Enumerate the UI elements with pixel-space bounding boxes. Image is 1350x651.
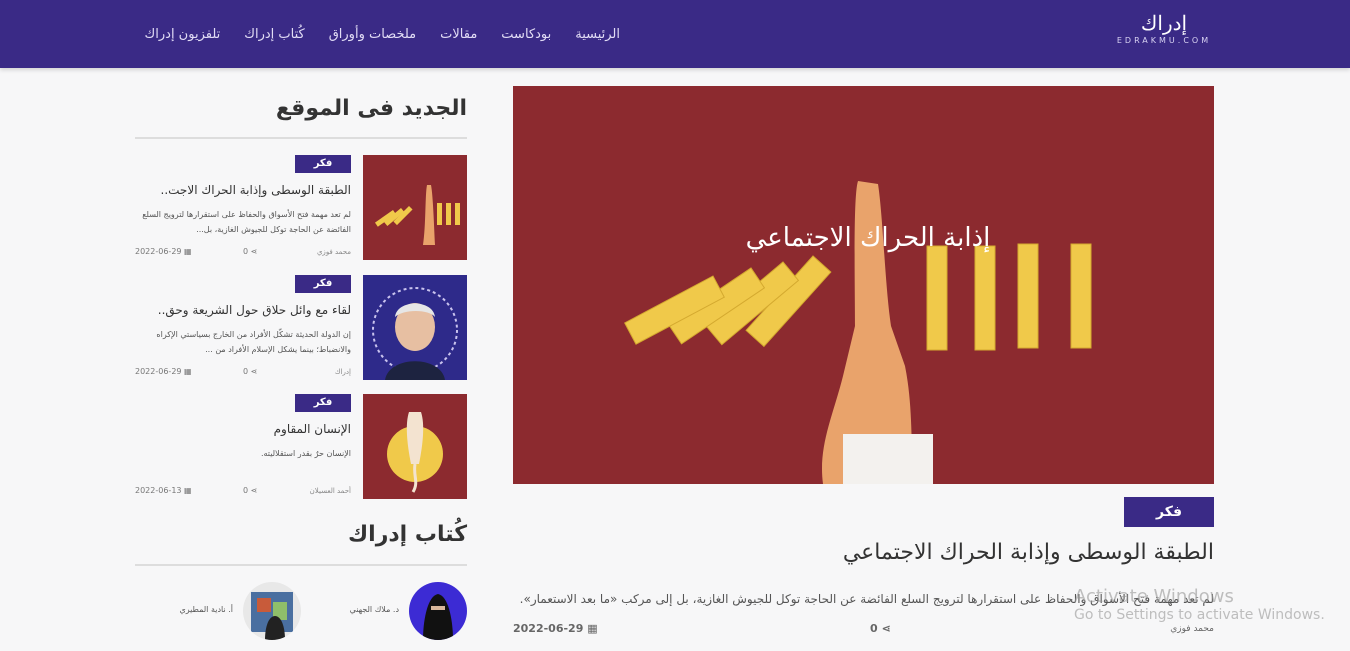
latest-divider (135, 137, 467, 139)
post-thumbnail[interactable] (363, 275, 467, 380)
nav-writers[interactable]: كُتاب إدراك (244, 27, 304, 42)
writer-avatar-illustration (243, 582, 301, 640)
post-author[interactable]: إدراك (335, 368, 351, 376)
date-value: 2022-06-29 (135, 247, 182, 256)
writer-name[interactable]: د. ملاك الجهني (350, 605, 399, 614)
logo-mark: إدراك (1140, 11, 1188, 35)
post-thumb-illustration (363, 275, 467, 380)
calendar-icon: ▦ (184, 247, 192, 256)
post-category-badge[interactable]: فكر (295, 394, 351, 412)
post-title[interactable]: الطبقة الوسطى وإذابة الحراك الاجت.. (141, 183, 351, 197)
writers-heading: كُتاب إدراك (347, 522, 467, 547)
windows-activation-watermark: Activate Windows Go to Settings to activ… (1074, 586, 1325, 623)
post-date: 2022-06-13 ▦ (135, 486, 192, 495)
post-thumbnail[interactable] (363, 155, 467, 260)
calendar-icon: ▦ (184, 367, 192, 376)
top-navbar: إدراك EDRAKMU.COM الرئيسية بودكاست مقالا… (0, 0, 1350, 68)
post-date: 2022-06-29 ▦ (135, 247, 192, 256)
post-thumbnail[interactable] (363, 394, 467, 499)
share-count: 0 (243, 367, 249, 376)
nav-articles[interactable]: مقالات (440, 27, 477, 42)
nav-summaries[interactable]: ملخصات وأوراق (329, 27, 416, 42)
post-shares: 0 ⋖ (243, 247, 257, 256)
writer-avatar-illustration (409, 582, 467, 640)
featured-category-badge[interactable]: فكر (1124, 497, 1214, 527)
featured-title[interactable]: الطبقة الوسطى وإذابة الحراك الاجتماعي (514, 540, 1214, 565)
main-nav: الرئيسية بودكاست مقالات ملخصات وأوراق كُ… (145, 0, 620, 68)
share-icon[interactable]: ⋖ (251, 247, 258, 256)
nav-home[interactable]: الرئيسية (575, 27, 620, 42)
avatar[interactable] (243, 582, 301, 640)
post-thumb-illustration (363, 155, 467, 260)
hero-illustration: إذابة الحراك الاجتماعي (513, 86, 1214, 484)
watermark-line-2: Go to Settings to activate Windows. (1074, 607, 1325, 623)
nav-podcast[interactable]: بودكاست (501, 27, 551, 42)
share-icon[interactable]: ⋖ (882, 622, 891, 635)
post-excerpt: لم تعد مهمة فتح الأسواق والحفاظ على استق… (142, 210, 351, 234)
post-author[interactable]: أحمد العسيلان (310, 487, 351, 495)
writers-divider (135, 564, 467, 566)
list-item[interactable]: فكر لقاء مع وائل حلاق حول الشريعة وحق.. … (135, 275, 467, 380)
post-shares: 0 ⋖ (243, 367, 257, 376)
calendar-icon: ▦ (184, 486, 192, 495)
list-item[interactable]: فكر الطبقة الوسطى وإذابة الحراك الاجت.. … (135, 155, 467, 260)
date-value: 2022-06-13 (135, 486, 182, 495)
share-count: 0 (870, 622, 878, 635)
share-icon[interactable]: ⋖ (251, 486, 258, 495)
featured-meta: 2022-06-29 ▦ 0 ⋖ محمد فوزي (513, 622, 1214, 638)
hero-overlay-text: إذابة الحراك الاجتماعي (746, 223, 991, 253)
featured-author[interactable]: محمد فوزي (1170, 624, 1214, 634)
featured-image[interactable]: إذابة الحراك الاجتماعي (513, 86, 1214, 484)
list-item[interactable]: فكر الإنسان المقاوم الإنسان حرٌ بقدر است… (135, 394, 467, 499)
watermark-line-1: Activate Windows (1074, 586, 1234, 607)
writer-name[interactable]: أ. نادية المطيري (179, 605, 233, 614)
featured-shares: 0 ⋖ (870, 622, 891, 635)
post-title[interactable]: لقاء مع وائل حلاق حول الشريعة وحق.. (141, 303, 351, 317)
share-count: 0 (243, 247, 249, 256)
post-title[interactable]: الإنسان المقاوم (141, 422, 351, 436)
calendar-icon: ▦ (587, 622, 598, 635)
featured-date: 2022-06-29 ▦ (513, 622, 598, 635)
writer-card[interactable]: د. ملاك الجهني (307, 582, 467, 640)
latest-heading: الجديد فى الموقع (275, 96, 467, 121)
post-excerpt: إن الدولة الحديثة تشكّل الأفراد من الخار… (156, 330, 351, 354)
site-logo[interactable]: إدراك EDRAKMU.COM (1112, 10, 1216, 58)
post-category-badge[interactable]: فكر (295, 275, 351, 293)
logo-domain: EDRAKMU.COM (1116, 36, 1212, 45)
nav-tv[interactable]: تلفزيون إدراك (145, 27, 221, 42)
post-thumb-illustration (363, 394, 467, 499)
post-author[interactable]: محمد فوزي (317, 248, 351, 256)
avatar[interactable] (409, 582, 467, 640)
share-count: 0 (243, 486, 249, 495)
date-value: 2022-06-29 (513, 622, 584, 635)
post-excerpt: الإنسان حرٌ بقدر استقلاليته. (260, 449, 351, 458)
date-value: 2022-06-29 (135, 367, 182, 376)
writer-card[interactable]: أ. نادية المطيري (135, 582, 301, 640)
share-icon[interactable]: ⋖ (251, 367, 258, 376)
post-category-badge[interactable]: فكر (295, 155, 351, 173)
post-date: 2022-06-29 ▦ (135, 367, 192, 376)
post-shares: 0 ⋖ (243, 486, 257, 495)
